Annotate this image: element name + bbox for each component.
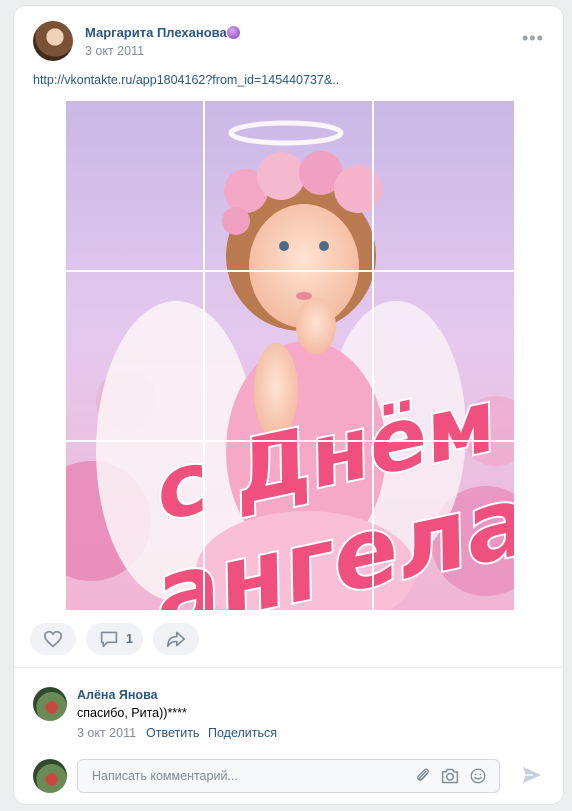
more-icon[interactable]: ••• — [522, 29, 544, 47]
comment-icon — [100, 631, 118, 648]
smile-icon[interactable] — [469, 767, 487, 785]
author-avatar[interactable] — [33, 21, 73, 61]
share-button[interactable] — [153, 623, 199, 655]
paperclip-icon[interactable] — [414, 767, 432, 785]
grid-line — [372, 101, 374, 610]
post-link[interactable]: http://vkontakte.ru/app1804162?from_id=1… — [33, 73, 339, 87]
comment-author-avatar[interactable] — [33, 687, 67, 721]
grid-line — [66, 270, 514, 272]
comment-button[interactable]: 1 — [86, 623, 143, 655]
divider — [14, 667, 563, 668]
comment-author[interactable]: Алёна Янова — [77, 688, 158, 702]
post-author[interactable]: Маргарита Плеханова — [85, 25, 227, 40]
verified-badge-icon — [227, 26, 240, 39]
share-link[interactable]: Поделиться — [208, 726, 277, 740]
like-button[interactable] — [30, 623, 76, 655]
grid-line — [66, 440, 514, 442]
post-card: Маргарита Плеханова 3 окт 2011 ••• http:… — [14, 6, 563, 804]
angel-illustration: с Днём ангела! — [66, 101, 514, 610]
my-avatar[interactable] — [33, 759, 67, 793]
comment-date[interactable]: 3 окт 2011 — [77, 726, 136, 740]
share-icon — [167, 631, 185, 648]
grid-line — [203, 101, 205, 610]
comment-input[interactable] — [90, 768, 394, 784]
comments-count: 1 — [126, 632, 133, 646]
comment-composer[interactable] — [77, 759, 500, 793]
send-icon[interactable] — [521, 765, 543, 785]
reply-link[interactable]: Ответить — [146, 726, 199, 740]
comment-text: спасибо, Рита))**** — [77, 706, 187, 720]
post-date[interactable]: 3 окт 2011 — [85, 44, 144, 58]
heart-icon — [43, 630, 63, 648]
post-photo[interactable]: с Днём ангела! — [66, 101, 514, 610]
camera-icon[interactable] — [440, 767, 460, 785]
